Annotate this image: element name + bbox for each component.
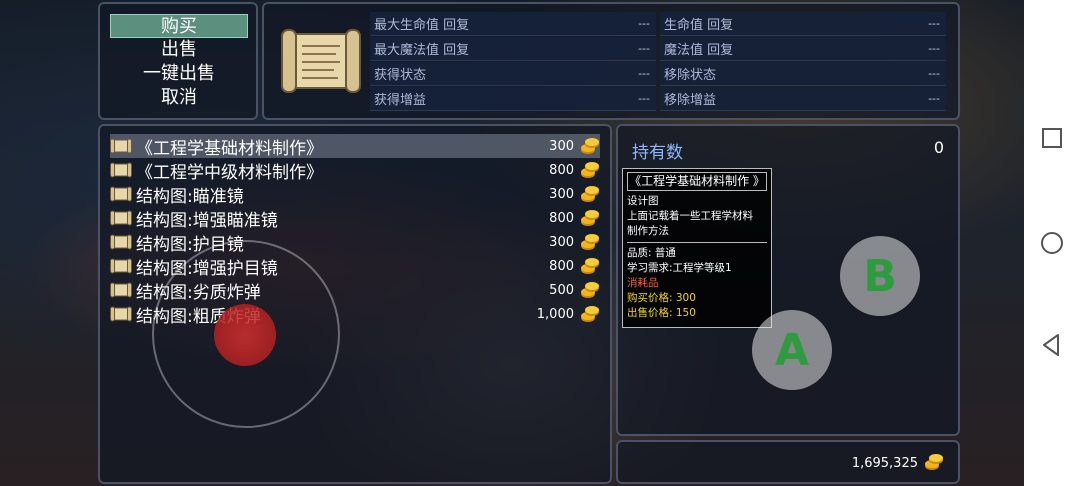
tooltip-requirement: 学习需求:工程学等级1 (627, 262, 732, 274)
shop-item-row[interactable]: 《工程学基础材料制作》 300 (110, 134, 600, 159)
effect-cell: 最大生命值 回复 --- (370, 12, 656, 36)
a-button[interactable]: A (752, 310, 832, 390)
item-price: 800 (549, 210, 574, 226)
effects-row: 最大魔法值 回复 --- 魔法值 回复 --- (370, 37, 950, 61)
tooltip-title: 《工程学基础材料制作 》 (627, 172, 767, 191)
tooltip-desc: 上面记载着一些工程学材料 (627, 210, 753, 222)
effects-row: 最大生命值 回复 --- 生命值 回复 --- (370, 12, 950, 36)
tooltip-quality: 品质: 普通 (627, 247, 676, 259)
scroll-icon (110, 162, 132, 178)
item-name: 《工程学基础材料制作》 (136, 138, 323, 159)
menu-buy[interactable]: 购买 (110, 14, 248, 38)
scroll-icon (110, 258, 132, 274)
menu-sell-all[interactable]: 一键出售 (110, 62, 248, 86)
shop-menu: 购买 出售 一键出售 取消 (98, 2, 258, 120)
tooltip-type: 设计图 (627, 195, 659, 207)
item-price: 300 (549, 234, 574, 250)
item-price: 800 (549, 258, 574, 274)
effect-cell: 魔法值 回复 --- (660, 37, 946, 61)
effects-row: 获得状态 --- 移除状态 --- (370, 62, 950, 86)
scroll-icon (110, 306, 132, 322)
gold-coin-icon (580, 281, 600, 299)
shop-item-row[interactable]: 结构图:增强瞄准镜 800 (110, 206, 600, 231)
scroll-icon (281, 29, 361, 93)
scroll-icon (110, 282, 132, 298)
shop-item-row[interactable]: 结构图:护目镜 300 (110, 230, 600, 255)
item-name: 《工程学中级材料制作》 (136, 162, 323, 183)
effect-cell: 获得状态 --- (370, 62, 656, 86)
effect-cell: 移除增益 --- (660, 87, 946, 111)
gold-coin-icon (580, 161, 600, 179)
item-price: 800 (549, 162, 574, 178)
tooltip-desc: 制作方法 (627, 225, 669, 237)
effect-cell: 获得增益 --- (370, 87, 656, 111)
joystick-knob[interactable] (214, 304, 276, 366)
divider (627, 242, 767, 243)
effect-cell: 生命值 回复 --- (660, 12, 946, 36)
item-effects-panel: 最大生命值 回复 --- 生命值 回复 --- 最大魔法值 回复 --- 魔法值 回复… (262, 2, 960, 120)
item-price: 1,000 (536, 306, 574, 322)
effects-row: 获得增益 --- 移除增益 --- (370, 87, 950, 111)
b-button[interactable]: B (840, 236, 920, 316)
effect-cell: 移除状态 --- (660, 62, 946, 86)
menu-cancel[interactable]: 取消 (110, 86, 248, 110)
item-tooltip: 《工程学基础材料制作 》 设计图 上面记载着一些工程学材料 制作方法 品质: 普… (622, 168, 772, 328)
home-icon[interactable] (1040, 231, 1064, 255)
effects-grid: 最大生命值 回复 --- 生命值 回复 --- 最大魔法值 回复 --- 魔法值 回复… (370, 12, 950, 112)
back-icon[interactable] (1040, 333, 1064, 357)
item-price: 500 (549, 282, 574, 298)
scroll-icon (110, 186, 132, 202)
gold-amount: 1,695,325 (851, 456, 918, 471)
effect-cell: 最大魔法值 回复 --- (370, 37, 656, 61)
item-name: 结构图:护目镜 (136, 234, 244, 255)
item-price: 300 (549, 186, 574, 202)
tooltip-category: 消耗品 (627, 277, 659, 289)
menu-sell[interactable]: 出售 (110, 38, 248, 62)
tooltip-sell-price: 出售价格: 150 (627, 307, 696, 319)
android-nav-bar (1024, 0, 1080, 486)
scroll-icon (110, 234, 132, 250)
item-name: 结构图:瞄准镜 (136, 186, 244, 207)
gold-coin-icon (580, 305, 600, 323)
gold-coin-icon (925, 454, 943, 470)
recents-icon[interactable] (1040, 126, 1064, 150)
owned-count: 0 (933, 138, 944, 157)
owned-label: 持有数 (632, 143, 683, 163)
gold-display: 1,695,325 (616, 440, 960, 484)
gold-coin-icon (580, 137, 600, 155)
item-name: 结构图:增强瞄准镜 (136, 210, 278, 231)
shop-item-row[interactable]: 结构图:瞄准镜 300 (110, 182, 600, 207)
gold-coin-icon (580, 185, 600, 203)
scroll-icon (110, 138, 132, 154)
gold-coin-icon (580, 233, 600, 251)
shop-item-row[interactable]: 《工程学中级材料制作》 800 (110, 158, 600, 183)
item-price: 300 (549, 138, 574, 154)
gold-coin-icon (580, 209, 600, 227)
scroll-icon (110, 210, 132, 226)
tooltip-buy-price: 购买价格: 300 (627, 292, 696, 304)
gold-coin-icon (580, 257, 600, 275)
